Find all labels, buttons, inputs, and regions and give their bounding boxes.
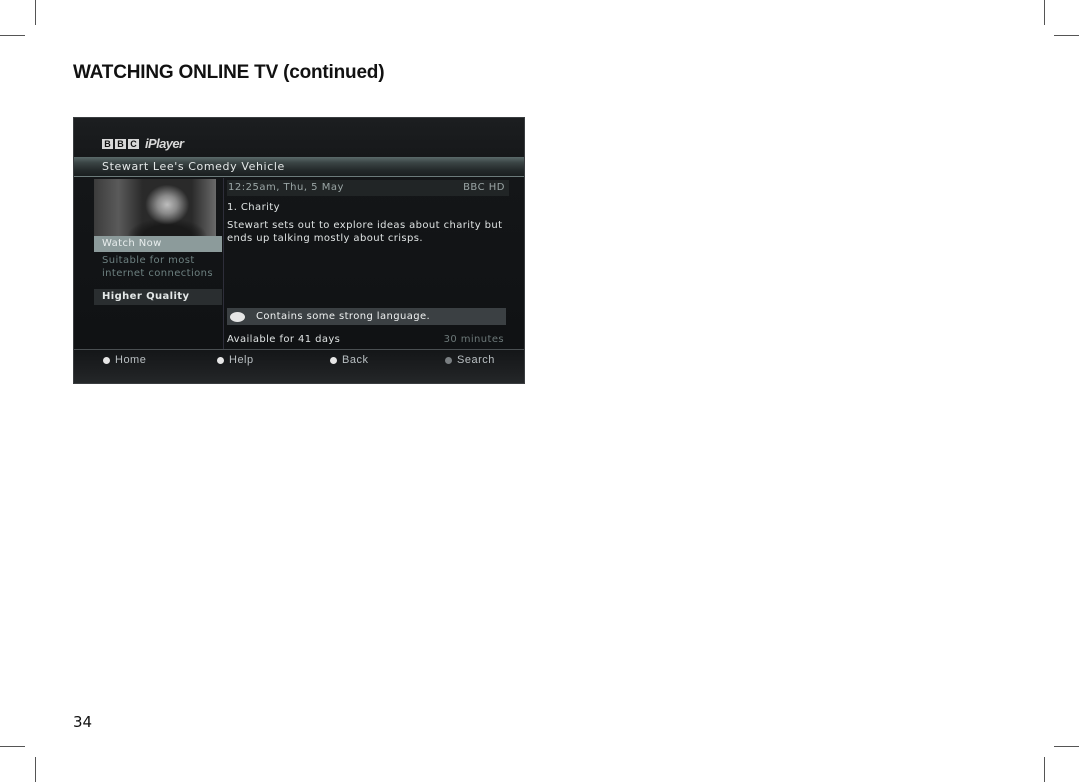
programme-thumbnail: [94, 179, 216, 236]
crop-mark: [35, 757, 36, 782]
guidance-icon: [230, 312, 245, 322]
back-label: Back: [342, 354, 369, 366]
button-dot-icon: [330, 356, 337, 364]
crop-mark: [35, 0, 36, 25]
availability: Available for 41 days: [227, 334, 341, 345]
bbc-logo-block: C: [128, 138, 139, 149]
search-button[interactable]: Search: [445, 354, 495, 366]
crop-mark: [1054, 746, 1079, 747]
help-label: Help: [229, 354, 254, 366]
page-heading: WATCHING ONLINE TV (continued): [73, 62, 385, 83]
iplayer-screen: B B C iPlayer Stewart Lee's Comedy Vehic…: [73, 117, 525, 384]
watch-now-note: Suitable for most internet connections: [102, 255, 214, 279]
bbc-iplayer-logo: B B C iPlayer: [102, 136, 184, 151]
guidance-warning: Contains some strong language.: [227, 308, 506, 325]
column-divider: [223, 178, 224, 350]
programme-title-bar: Stewart Lee's Comedy Vehicle: [74, 157, 524, 177]
broadcast-info-bar: 12:25am, Thu, 5 May BBC HD: [227, 180, 509, 196]
button-dot-icon: [217, 356, 224, 364]
search-label: Search: [457, 354, 495, 366]
help-button[interactable]: Help: [217, 354, 254, 366]
bbc-logo-block: B: [115, 138, 126, 149]
bbc-logo-block: B: [102, 138, 113, 149]
home-label: Home: [115, 354, 147, 366]
programme-title: Stewart Lee's Comedy Vehicle: [102, 160, 285, 173]
home-button[interactable]: Home: [103, 354, 146, 366]
button-dot-icon: [103, 356, 110, 364]
crop-mark: [1044, 757, 1045, 782]
episode-title: 1. Charity: [227, 202, 280, 213]
duration: 30 minutes: [443, 334, 504, 345]
back-button[interactable]: Back: [330, 354, 368, 366]
iplayer-wordmark: iPlayer: [145, 136, 184, 151]
episode-description: Stewart sets out to explore ideas about …: [227, 220, 503, 244]
guidance-text: Contains some strong language.: [256, 311, 431, 322]
broadcast-datetime: 12:25am, Thu, 5 May: [228, 182, 344, 193]
crop-mark: [0, 35, 25, 36]
button-dot-icon: [445, 356, 452, 364]
footer-nav: Home Help Back Search: [74, 349, 524, 383]
crop-mark: [0, 746, 25, 747]
channel-name: BBC HD: [463, 182, 505, 193]
page-number: 34: [73, 713, 93, 731]
crop-mark: [1054, 35, 1079, 36]
higher-quality-button[interactable]: Higher Quality: [94, 289, 222, 305]
crop-mark: [1044, 0, 1045, 25]
watch-now-button[interactable]: Watch Now: [94, 236, 222, 252]
